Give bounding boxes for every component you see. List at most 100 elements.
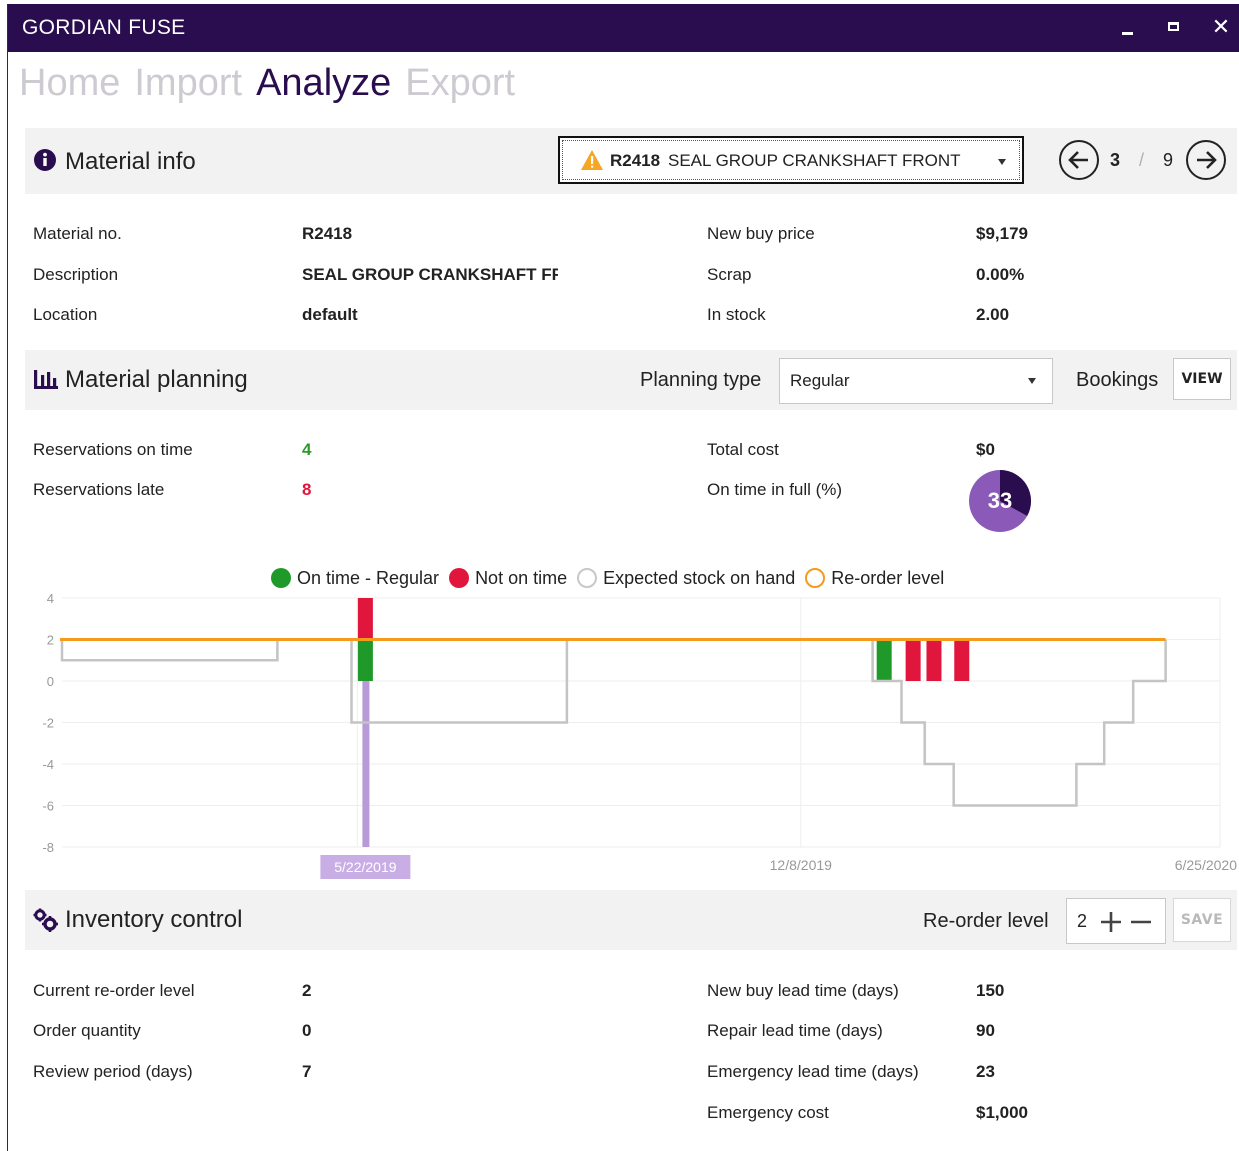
total-cost-value: $0 (976, 440, 995, 459)
material-selector[interactable]: R2418 SEAL GROUP CRANKSHAFT FRONT (558, 136, 1024, 184)
x-tick-label: 5/22/2019 (334, 859, 396, 875)
planning-chart: 4 2 0 -2 -4 -6 -8 5/22/2019 12/8/2019 6/25/2020 O… (25, 562, 1239, 882)
minus-icon[interactable] (1130, 911, 1152, 933)
otif-label: On time in full (%) (707, 480, 843, 499)
title-bar: GORDIAN FUSE ✕ (8, 4, 1239, 52)
tab-analyze[interactable]: Analyze (256, 62, 391, 104)
chevron-down-icon (1028, 378, 1036, 384)
arrow-right-icon (1197, 151, 1217, 169)
reorder-level-input[interactable]: 2 (1077, 911, 1087, 932)
material-planning-title: Material planning (65, 366, 248, 393)
emergency-lead-time-value: 23 (976, 1062, 995, 1081)
review-period-label: Review period (days) (33, 1062, 193, 1081)
repair-lead-time-value: 90 (976, 1021, 995, 1040)
legend-label: Expected stock on hand (603, 568, 796, 588)
info-icon (34, 149, 56, 171)
next-button[interactable] (1186, 140, 1226, 180)
warning-icon (581, 150, 603, 170)
app-title: GORDIAN FUSE (22, 16, 186, 39)
view-bookings-button[interactable]: VIEW (1173, 358, 1231, 400)
location-label: Location (33, 305, 98, 324)
emergency-lead-time-label: Emergency lead time (days) (707, 1062, 919, 1081)
previous-button[interactable] (1059, 140, 1099, 180)
legend-item[interactable]: On time - Regular (271, 568, 439, 588)
maximize-button[interactable] (1158, 14, 1188, 42)
planning-type-select[interactable]: Regular (779, 358, 1053, 404)
reorder-level-label: Re-order level (923, 910, 1049, 932)
reservations-late-label: Reservations late (33, 480, 165, 499)
legend-marker (449, 568, 470, 588)
main-nav: Home Import Analyze Export (19, 62, 529, 114)
reservations-on-time-value: 4 (302, 440, 312, 459)
bar-not-on-time (954, 639, 970, 681)
tab-import[interactable]: Import (134, 62, 242, 104)
y-tick-label: -8 (42, 840, 54, 855)
bar-on-time (357, 639, 373, 681)
new-buy-lead-time-label: New buy lead time (days) (707, 981, 899, 1000)
plus-icon[interactable] (1100, 911, 1122, 933)
y-tick-label: -2 (42, 716, 54, 731)
total-cost-label: Total cost (707, 440, 779, 459)
legend-label: On time - Regular (297, 568, 440, 588)
chart-legend: On time - Regular Not on time Expected sto… (271, 568, 954, 592)
x-tick-label: 6/25/2020 (1175, 857, 1237, 873)
inventory-control-title: Inventory control (65, 906, 243, 933)
reservations-on-time-label: Reservations on time (33, 440, 193, 459)
otif-value: 33 (987, 488, 1013, 513)
current-reorder-level-value: 2 (302, 981, 312, 1000)
material-info-title: Material info (65, 148, 196, 175)
pager-total: 9 (1163, 150, 1174, 170)
bar-chart-icon (34, 370, 58, 389)
new-buy-price-label: New buy price (707, 224, 815, 243)
pager-current: 3 (1110, 150, 1121, 170)
maximize-icon (1167, 22, 1179, 31)
order-quantity-label: Order quantity (33, 1021, 141, 1040)
current-reorder-level-label: Current re-order level (33, 981, 195, 1000)
legend-marker (805, 568, 826, 588)
bar-on-time (876, 639, 892, 681)
planning-type-value: Regular (790, 371, 850, 390)
arrow-left-icon (1068, 151, 1088, 169)
bookings-label: Bookings (1076, 369, 1159, 391)
planning-type-label: Planning type (640, 369, 762, 391)
in-stock-value: 2.00 (976, 305, 1010, 324)
legend-label: Re-order level (831, 568, 945, 588)
legend-item[interactable]: Re-order level (805, 568, 944, 588)
new-buy-price-value: $9,179 (976, 224, 1028, 243)
x-tick-label: 12/8/2019 (770, 857, 832, 873)
emergency-cost-value: $1,000 (976, 1103, 1028, 1122)
tab-home[interactable]: Home (19, 62, 120, 104)
reorder-level-stepper[interactable]: 2 (1066, 898, 1166, 944)
save-button[interactable]: SAVE (1173, 898, 1231, 942)
legend-item[interactable]: Expected stock on hand (577, 568, 795, 588)
legend-item[interactable]: Not on time (449, 568, 567, 588)
tab-export[interactable]: Export (405, 62, 515, 104)
review-period-value: 7 (302, 1062, 312, 1081)
close-button[interactable]: ✕ (1206, 14, 1236, 42)
cogs-icon (33, 908, 58, 932)
pager-separator: / (1139, 150, 1145, 170)
material-selector-code: R2418 (610, 151, 661, 170)
inventory-control-header: Inventory control Re-order level 2 SAVE (25, 890, 1237, 950)
description-label: Description (33, 265, 119, 284)
bar-not-on-time (357, 598, 373, 640)
new-buy-lead-time-value: 150 (976, 981, 1005, 1000)
order-quantity-value: 0 (302, 1021, 312, 1040)
legend-marker (577, 568, 598, 588)
material-planning-header: Material planning Planning type Regular … (25, 350, 1237, 410)
location-value: default (302, 305, 358, 324)
material-info-header: Material info R2418 SEAL GROUP CRANKSHAF… (25, 128, 1237, 194)
minimize-button[interactable] (1112, 14, 1142, 42)
in-stock-label: In stock (707, 305, 766, 324)
scrap-value: 0.00% (976, 265, 1025, 284)
legend-label: Not on time (475, 568, 568, 588)
bar-not-on-time (926, 639, 942, 681)
y-tick-label: -6 (42, 799, 54, 814)
otif-donut: 33 (968, 469, 1032, 533)
chevron-down-icon (998, 159, 1006, 165)
legend-marker (271, 568, 291, 588)
close-icon: ✕ (1211, 15, 1231, 40)
material-no-value: R2418 (302, 224, 353, 243)
bar-not-on-time (905, 639, 921, 681)
repair-lead-time-label: Repair lead time (days) (707, 1021, 883, 1040)
